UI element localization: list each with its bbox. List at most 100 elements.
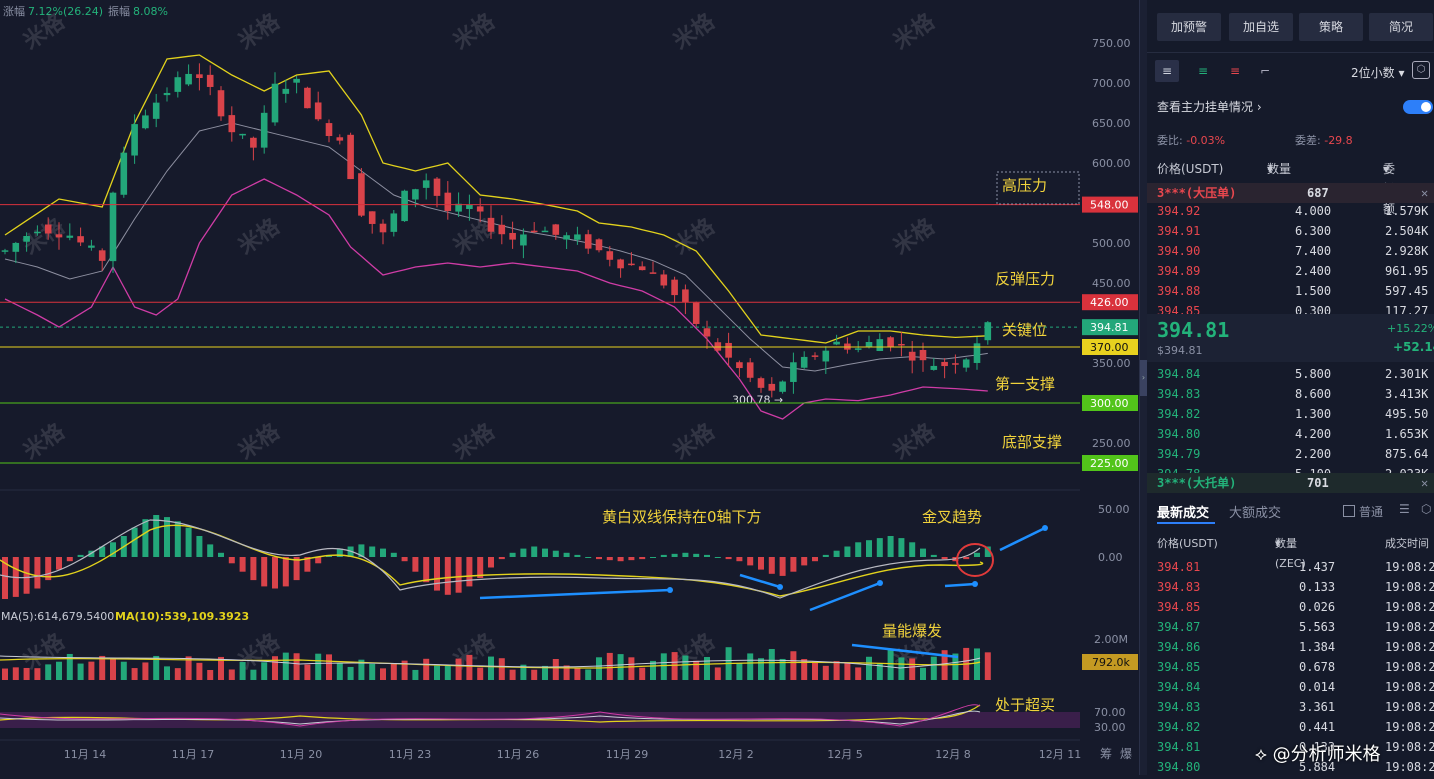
- y-tick: 650.00: [1092, 117, 1131, 130]
- depth-link[interactable]: 查看主力挂单情况 ›: [1157, 98, 1262, 115]
- trade-price: 394.85: [1157, 660, 1201, 674]
- bid-row[interactable]: 394.80 4.200 1.653K: [1147, 424, 1434, 444]
- tab-latest-trades[interactable]: 最新成交: [1157, 502, 1209, 521]
- bid-row[interactable]: 394.82 1.300 495.50: [1147, 404, 1434, 424]
- macd-bar: [131, 527, 138, 557]
- macd-bar: [488, 557, 494, 568]
- vol-bar: [984, 652, 991, 680]
- macd-bar: [250, 557, 257, 581]
- ask-row[interactable]: 394.90 7.400 2.928K: [1147, 241, 1434, 261]
- trade-row[interactable]: 394.87 5.563 19:08:22: [1147, 617, 1434, 637]
- trade-row[interactable]: 394.83 0.133 19:08:22: [1147, 577, 1434, 597]
- trade-row[interactable]: 394.85 0.026 19:08:22: [1147, 597, 1434, 617]
- candle-body: [487, 217, 495, 232]
- action-buttons: 加预警 加自选 策略 简况: [1147, 13, 1434, 41]
- price-chart[interactable]: 涨幅 7.12%(26.24) 振幅 8.08% 米格 米格 米格 米格 米格 米格 米格 米格 米格米…: [0, 0, 1146, 775]
- book-both-icon[interactable]: ≡: [1155, 60, 1179, 82]
- bid-qty: 8.600: [1295, 387, 1332, 401]
- trade-price: 394.83: [1157, 700, 1201, 714]
- arrow-head: [877, 580, 883, 586]
- x-tick: 12月 11: [1039, 748, 1082, 761]
- decimal-select[interactable]: 2位小数 ▾: [1351, 64, 1405, 81]
- bid-banner-label: 3***(大托单): [1157, 476, 1237, 490]
- vol-bar: [650, 660, 656, 680]
- trade-time: 19:08:22: [1385, 740, 1434, 754]
- vol-bar: [304, 664, 311, 680]
- ask-qty: 4.000: [1295, 204, 1332, 218]
- bid-banner[interactable]: 3***(大托单) 701 ✕: [1147, 473, 1434, 493]
- trade-row[interactable]: 394.84 0.014 19:08:22: [1147, 677, 1434, 697]
- expand-icon[interactable]: ⌐: [1253, 60, 1277, 82]
- candle-body: [55, 234, 63, 238]
- vol-bar: [704, 657, 710, 680]
- level-tag-label: 300.00: [1090, 397, 1129, 410]
- candle-body: [498, 224, 506, 235]
- ask-row[interactable]: 394.91 6.300 2.504K: [1147, 221, 1434, 241]
- close-icon[interactable]: ✕: [1421, 183, 1428, 203]
- candle-body: [800, 356, 808, 368]
- trade-row[interactable]: 394.86 1.384 19:08:22: [1147, 637, 1434, 657]
- candle-body: [606, 251, 614, 260]
- ask-row[interactable]: 394.88 1.500 597.45: [1147, 281, 1434, 301]
- trade-row[interactable]: 394.82 0.441 19:08:22: [1147, 717, 1434, 737]
- candle-body: [271, 83, 279, 123]
- candle-body: [44, 224, 52, 234]
- vol-bar: [110, 658, 116, 680]
- close-icon[interactable]: ✕: [1421, 473, 1428, 493]
- vol-bar: [293, 653, 300, 680]
- trend-arrow: [739, 573, 781, 589]
- macd-bar: [606, 557, 613, 561]
- ask-banner[interactable]: 3***(大压单) 687 ✕: [1147, 183, 1434, 203]
- wei-bi-label: 委比:: [1157, 134, 1183, 147]
- candle-body: [854, 348, 862, 350]
- toggle-knob: [1421, 102, 1431, 112]
- trade-qty: 1.384: [1299, 640, 1336, 654]
- alert-button[interactable]: 加预警: [1157, 13, 1221, 41]
- trade-row[interactable]: 394.85 0.678 19:08:22: [1147, 657, 1434, 677]
- tab-large-trades[interactable]: 大额成交: [1229, 502, 1281, 521]
- filter-icon[interactable]: ☰: [1399, 502, 1410, 516]
- book-bids-icon[interactable]: ≡: [1191, 60, 1215, 82]
- trade-price: 394.81: [1157, 560, 1201, 574]
- ask-row[interactable]: 394.89 2.400 961.95: [1147, 261, 1434, 281]
- vol-bar: [99, 655, 106, 680]
- candle-body: [174, 77, 182, 92]
- watermark: 米格: [669, 8, 721, 55]
- vol-bar: [239, 662, 246, 680]
- candle-body: [962, 359, 970, 368]
- bid-row[interactable]: 394.83 8.600 3.413K: [1147, 384, 1434, 404]
- settings-icon[interactable]: ⬡: [1412, 61, 1430, 79]
- trade-qty: 0.026: [1299, 600, 1336, 614]
- vol-bar: [423, 658, 430, 680]
- bid-row[interactable]: 394.84 5.800 2.301K: [1147, 364, 1434, 384]
- x-tick: 11月 17: [172, 748, 215, 761]
- trend-arrow: [479, 588, 671, 600]
- macd-bar: [466, 557, 473, 587]
- overview-button[interactable]: 简况: [1369, 13, 1433, 41]
- depth-toggle[interactable]: [1403, 100, 1433, 114]
- last-change-abs: +52.14: [1393, 340, 1434, 354]
- vol-bar: [412, 669, 419, 680]
- lower-band: [4, 178, 988, 420]
- bid-amount: 1.653K: [1385, 427, 1429, 441]
- bid-row[interactable]: 394.79 2.200 875.64: [1147, 444, 1434, 464]
- trade-row[interactable]: 394.81 1.437 19:08:22: [1147, 557, 1434, 577]
- trade-price: 394.87: [1157, 620, 1201, 634]
- normal-checkbox[interactable]: [1343, 505, 1355, 517]
- author-label: @分析师米格: [1272, 744, 1381, 765]
- macd-bar: [142, 519, 149, 557]
- chart-svg[interactable]: 涨幅 7.12%(26.24) 振幅 8.08%米格 米格 米格 米格 米格米格 米格 米格 米格米…: [0, 0, 1146, 775]
- vol-bar: [812, 661, 818, 680]
- trade-time: 19:08:22: [1385, 560, 1434, 574]
- book-asks-icon[interactable]: ≡: [1223, 60, 1247, 82]
- trade-row[interactable]: 394.83 3.361 19:08:22: [1147, 697, 1434, 717]
- strategy-button[interactable]: 策略: [1299, 13, 1363, 41]
- ask-row[interactable]: 394.92 4.000 1.579K: [1147, 201, 1434, 221]
- collapse-handle[interactable]: ›: [1140, 360, 1147, 396]
- x-tick: 11月 29: [606, 748, 649, 761]
- watchlist-button[interactable]: 加自选: [1229, 13, 1293, 41]
- settings-icon[interactable]: ⬡: [1421, 502, 1431, 516]
- wei-bi: 委比: -0.03%: [1157, 132, 1225, 148]
- vol-bar: [552, 659, 559, 680]
- last-price-usd: $394.81: [1157, 344, 1203, 357]
